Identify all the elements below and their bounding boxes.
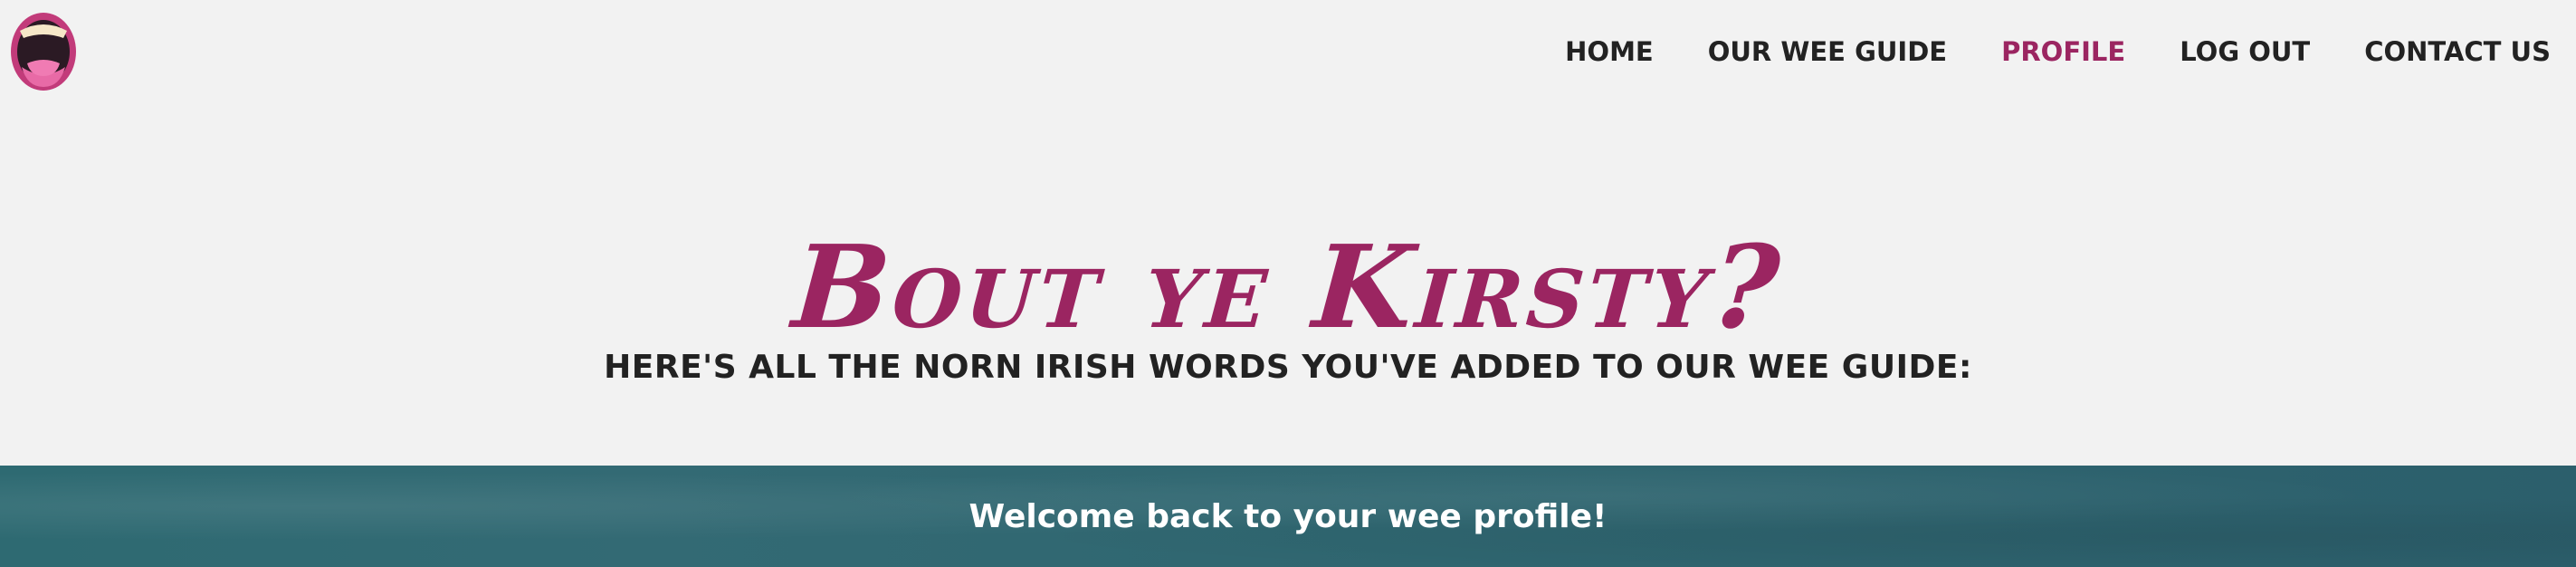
- page-subtitle: HERE'S ALL THE NORN IRISH WORDS YOU'VE A…: [604, 349, 1972, 386]
- welcome-banner: Welcome back to your wee profile!: [0, 466, 2576, 567]
- welcome-banner-text: Welcome back to your wee profile!: [968, 498, 1608, 535]
- nav-profile-link[interactable]: PROFILE: [2001, 36, 2125, 67]
- nav-our-wee-guide-link[interactable]: OUR WEE GUIDE: [1708, 36, 1947, 67]
- nav-contact-us-link[interactable]: CONTACT US: [2364, 36, 2551, 67]
- nav-log-out-link[interactable]: LOG OUT: [2180, 36, 2310, 67]
- main-nav: HOME OUR WEE GUIDE PROFILE LOG OUT CONTA…: [1511, 36, 2551, 67]
- logo-open-mouth-icon[interactable]: [9, 11, 78, 92]
- nav-home-link[interactable]: HOME: [1565, 36, 1654, 67]
- page-title: Bout ye Kirsty?: [788, 220, 1788, 355]
